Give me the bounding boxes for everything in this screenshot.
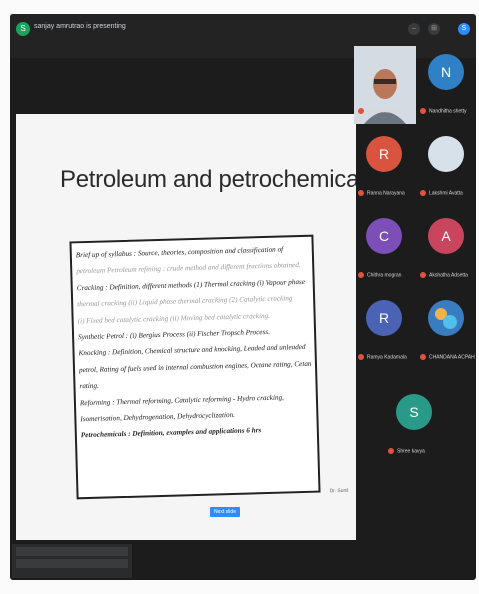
participant-tile[interactable]: N Nandhitha shetty: [416, 44, 476, 117]
muted-icon: [358, 353, 364, 360]
participant-tile[interactable]: R Ramya Kadamala: [354, 290, 414, 363]
participant-name: Akshatha Adsetta: [420, 271, 468, 278]
shared-slide: Petroleum and petrochemicals Brief up of…: [16, 114, 356, 540]
participant-avatar: C: [366, 218, 402, 254]
muted-icon: [358, 189, 364, 196]
participant-tile[interactable]: R Ranna Narayana: [354, 126, 414, 199]
presenter-avatar: S: [16, 22, 30, 36]
muted-icon: [388, 447, 394, 454]
participant-avatar: A: [428, 218, 464, 254]
participant-name: Lakshmi Avatta: [420, 189, 463, 196]
panel-row[interactable]: [16, 547, 128, 556]
participant-name: Shree kavya: [388, 447, 425, 454]
muted-icon: [420, 107, 426, 114]
participant-name: Vivian Valentino: [358, 107, 402, 114]
muted-icon: [420, 353, 426, 360]
participant-name: Chithra mogran: [358, 271, 401, 278]
meeting-window: S sanjay amrutrao is presenting – ⊞ S Pe…: [10, 14, 476, 580]
participant-avatar: S: [396, 394, 432, 430]
participant-gallery: Vivian Valentino N Nandhitha shetty R Ra…: [354, 44, 476, 580]
participant-tile[interactable]: S Shree kavya: [384, 384, 444, 457]
participant-tile[interactable]: A Akshatha Adsetta: [416, 208, 476, 281]
participant-avatar: R: [366, 136, 402, 172]
panel-row[interactable]: [16, 559, 128, 568]
muted-icon: [420, 271, 426, 278]
participant-tile[interactable]: CHANDANA ACPAH: [416, 290, 476, 363]
grid-view-icon[interactable]: ⊞: [428, 23, 440, 35]
muted-icon: [358, 271, 364, 278]
minimize-icon[interactable]: –: [408, 23, 420, 35]
participant-avatar: [428, 136, 464, 172]
presenter-label: sanjay amrutrao is presenting: [34, 23, 126, 30]
participant-tile[interactable]: Lakshmi Avatta: [416, 126, 476, 199]
syllabus-footnote: Dr. Sunil: [329, 487, 349, 495]
muted-icon: [358, 107, 364, 114]
muted-icon: [420, 189, 426, 196]
participant-avatar: [428, 300, 464, 336]
participant-tile[interactable]: C Chithra mogran: [354, 208, 414, 281]
participant-avatar: R: [366, 300, 402, 336]
profile-icon[interactable]: S: [458, 23, 470, 35]
participant-name: Ramya Kadamala: [358, 353, 407, 360]
participant-tile[interactable]: Vivian Valentino: [354, 44, 416, 124]
participant-name: Ranna Narayana: [358, 189, 405, 196]
participant-avatar: N: [428, 54, 464, 90]
slide-title: Petroleum and petrochemicals: [60, 166, 356, 193]
bottom-panel: [12, 544, 132, 578]
participant-name: Nandhitha shetty: [420, 107, 467, 114]
slide-button[interactable]: Next slide: [210, 507, 240, 517]
participant-name: CHANDANA ACPAH: [420, 353, 475, 360]
syllabus-box: Brief up of syllabus : Source, theories,…: [69, 234, 349, 500]
